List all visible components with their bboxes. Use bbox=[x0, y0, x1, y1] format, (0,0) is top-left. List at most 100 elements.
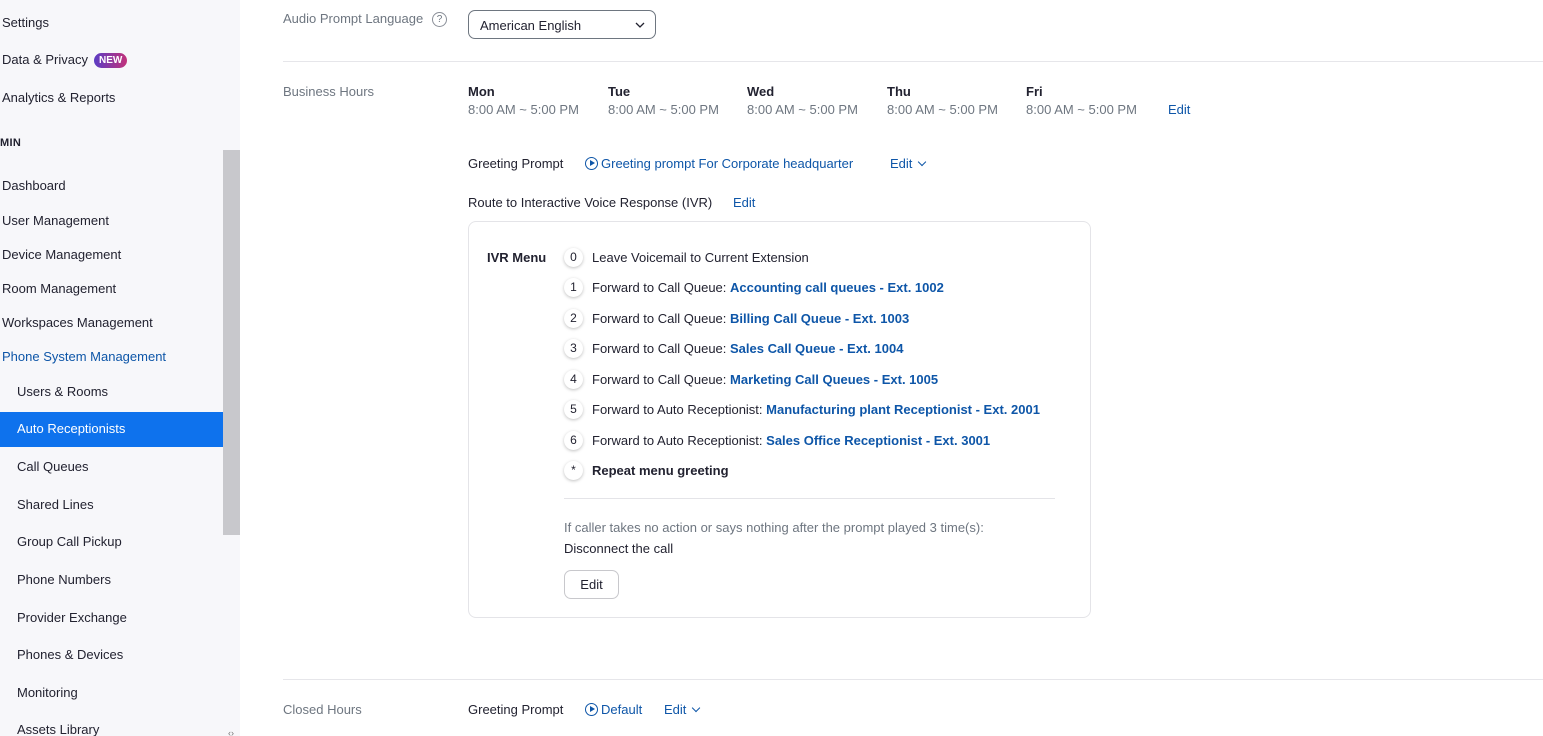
sidebar-scrollbar-thumb[interactable] bbox=[223, 150, 240, 535]
closed-greeting-edit-dropdown[interactable]: Edit bbox=[664, 702, 701, 717]
sidebar-item-monitoring[interactable]: Monitoring bbox=[17, 685, 78, 700]
sidebar-item-phone-system-management[interactable]: Phone System Management bbox=[2, 349, 166, 364]
ivr-key-badge: 2 bbox=[564, 309, 583, 328]
ivr-menu-title: IVR Menu bbox=[487, 250, 547, 265]
sidebar-item-assets-library[interactable]: Assets Library bbox=[17, 722, 99, 736]
ivr-target-link[interactable]: Sales Office Receptionist - Ext. 3001 bbox=[766, 433, 990, 448]
ivr-divider bbox=[564, 498, 1055, 499]
day-wed: Wed 8:00 AM ~ 5:00 PM bbox=[747, 84, 858, 117]
sidebar-item-label: Call Queues bbox=[17, 459, 89, 474]
business-hours-label: Business Hours bbox=[283, 84, 375, 99]
ivr-action-text: Forward to Call Queue: bbox=[592, 341, 731, 356]
sidebar-item-label: Workspaces Management bbox=[2, 315, 153, 330]
chevron-down-icon bbox=[692, 703, 701, 713]
greeting-prompt-edit-dropdown[interactable]: Edit bbox=[890, 156, 927, 171]
sidebar-item-users-rooms[interactable]: Users & Rooms bbox=[17, 384, 108, 399]
closed-greeting-play-link[interactable]: Default bbox=[585, 702, 642, 717]
day-name: Tue bbox=[608, 84, 631, 99]
play-icon bbox=[585, 157, 598, 170]
ivr-action-text: Forward to Call Queue: bbox=[592, 372, 731, 387]
sidebar-item-label: Phone Numbers bbox=[17, 572, 111, 587]
edit-business-hours-link[interactable]: Edit bbox=[1168, 102, 1190, 117]
sidebar-item-label: Users & Rooms bbox=[17, 384, 109, 399]
no-action-result: Disconnect the call bbox=[564, 541, 674, 556]
play-icon bbox=[585, 703, 598, 716]
sidebar-item-user-management[interactable]: User Management bbox=[2, 213, 109, 228]
sidebar-item-label: Phone System Management bbox=[2, 349, 167, 364]
sidebar-item-label: Auto Receptionists bbox=[17, 421, 126, 436]
ivr-key-badge: 1 bbox=[564, 278, 583, 297]
select-value: American English bbox=[480, 18, 582, 33]
closed-greeting-name: Default bbox=[601, 702, 643, 717]
ivr-menu-card: IVR Menu 0 Leave Voicemail to Current Ex… bbox=[468, 221, 1091, 618]
ivr-key-badge: * bbox=[564, 461, 583, 480]
sidebar-item-device-management[interactable]: Device Management bbox=[2, 247, 121, 262]
audio-prompt-language-select[interactable]: American English bbox=[468, 10, 656, 39]
sidebar-item-label: Phones & Devices bbox=[17, 647, 124, 662]
sidebar-item-label: Monitoring bbox=[17, 685, 78, 700]
day-name: Wed bbox=[747, 84, 775, 99]
sidebar-item-analytics-reports[interactable]: Analytics & Reports bbox=[2, 90, 115, 105]
day-mon: Mon 8:00 AM ~ 5:00 PM bbox=[468, 84, 579, 117]
sidebar-item-room-management[interactable]: Room Management bbox=[2, 281, 116, 296]
sidebar-item-data-privacy[interactable]: Data & Privacy NEW bbox=[2, 52, 128, 68]
ivr-row-text: Leave Voicemail to Current Extension bbox=[592, 250, 809, 265]
greeting-prompt-play-link[interactable]: Greeting prompt For Corporate headquarte… bbox=[585, 156, 853, 171]
day-name: Mon bbox=[468, 84, 495, 99]
ivr-target-link[interactable]: Marketing Call Queues - Ext. 1005 bbox=[730, 372, 938, 387]
sidebar-item-provider-exchange[interactable]: Provider Exchange bbox=[17, 610, 127, 625]
sidebar-item-phones-devices[interactable]: Phones & Devices bbox=[17, 647, 123, 662]
sidebar-item-workspaces-management[interactable]: Workspaces Management bbox=[2, 315, 153, 330]
day-hours: 8:00 AM ~ 5:00 PM bbox=[1026, 102, 1137, 117]
sidebar-item-phone-numbers[interactable]: Phone Numbers bbox=[17, 572, 111, 587]
route-ivr-label: Route to Interactive Voice Response (IVR… bbox=[468, 195, 713, 210]
ivr-key-badge: 0 bbox=[564, 248, 583, 267]
sidebar-item-group-call-pickup[interactable]: Group Call Pickup bbox=[17, 534, 122, 549]
ivr-action-text: Leave Voicemail to Current Extension bbox=[592, 250, 809, 265]
sidebar-item-dashboard[interactable]: Dashboard bbox=[2, 178, 66, 193]
ivr-edit-button[interactable]: Edit bbox=[564, 570, 619, 599]
day-thu: Thu 8:00 AM ~ 5:00 PM bbox=[887, 84, 998, 117]
edit-label: Edit bbox=[664, 702, 687, 717]
help-icon[interactable]: ? bbox=[432, 12, 447, 27]
ivr-target-link[interactable]: Sales Call Queue - Ext. 1004 bbox=[730, 341, 903, 356]
sidebar-item-label: Group Call Pickup bbox=[17, 534, 122, 549]
ivr-target-link[interactable]: Accounting call queues - Ext. 1002 bbox=[730, 280, 944, 295]
section-divider bbox=[283, 61, 1543, 62]
sidebar: Settings Data & Privacy NEW Analytics & R… bbox=[0, 0, 240, 736]
sidebar-item-label: Assets Library bbox=[17, 722, 100, 736]
ivr-target-link[interactable]: Manufacturing plant Receptionist - Ext. … bbox=[766, 402, 1040, 417]
sidebar-section-admin: MIN bbox=[0, 137, 22, 149]
ivr-row-text: Forward to Call Queue: Marketing Call Qu… bbox=[592, 372, 938, 387]
route-ivr-edit-link[interactable]: Edit bbox=[733, 195, 755, 210]
day-hours: 8:00 AM ~ 5:00 PM bbox=[887, 102, 998, 117]
sidebar-item-label: Room Management bbox=[2, 281, 117, 296]
section-divider bbox=[283, 679, 1543, 680]
day-tue: Tue 8:00 AM ~ 5:00 PM bbox=[608, 84, 719, 117]
sidebar-item-label: Settings bbox=[2, 15, 49, 30]
sidebar-item-label: Analytics & Reports bbox=[2, 90, 116, 105]
sidebar-item-label: Data & Privacy bbox=[2, 52, 88, 67]
ivr-action-text: Forward to Auto Receptionist: bbox=[592, 402, 767, 417]
ivr-action-text: Repeat menu greeting bbox=[592, 463, 729, 478]
ivr-action-text: Forward to Call Queue: bbox=[592, 311, 731, 326]
sidebar-item-call-queues[interactable]: Call Queues bbox=[17, 459, 89, 474]
day-hours: 8:00 AM ~ 5:00 PM bbox=[747, 102, 858, 117]
ivr-action-text: Forward to Call Queue: bbox=[592, 280, 731, 295]
ivr-target-link[interactable]: Billing Call Queue - Ext. 1003 bbox=[730, 311, 909, 326]
day-fri: Fri 8:00 AM ~ 5:00 PM bbox=[1026, 84, 1137, 117]
closed-hours-label: Closed Hours bbox=[283, 702, 362, 717]
sidebar-item-settings[interactable]: Settings bbox=[2, 15, 49, 30]
ivr-key-badge: 6 bbox=[564, 431, 583, 450]
closed-greeting-prompt-label: Greeting Prompt bbox=[468, 702, 564, 717]
sidebar-item-auto-receptionists[interactable]: Auto Receptionists bbox=[0, 412, 223, 447]
sidebar-item-label: Dashboard bbox=[2, 178, 66, 193]
ivr-row-text: Repeat menu greeting bbox=[592, 463, 729, 478]
sidebar-item-shared-lines[interactable]: Shared Lines bbox=[17, 497, 94, 512]
collapse-sidebar-icon[interactable]: ‹› bbox=[228, 728, 234, 736]
audio-prompt-language-label: Audio Prompt Language bbox=[283, 11, 424, 26]
sidebar-item-label: Provider Exchange bbox=[17, 610, 127, 625]
day-hours: 8:00 AM ~ 5:00 PM bbox=[468, 102, 579, 117]
chevron-down-icon bbox=[635, 22, 645, 28]
new-badge: NEW bbox=[93, 53, 128, 68]
